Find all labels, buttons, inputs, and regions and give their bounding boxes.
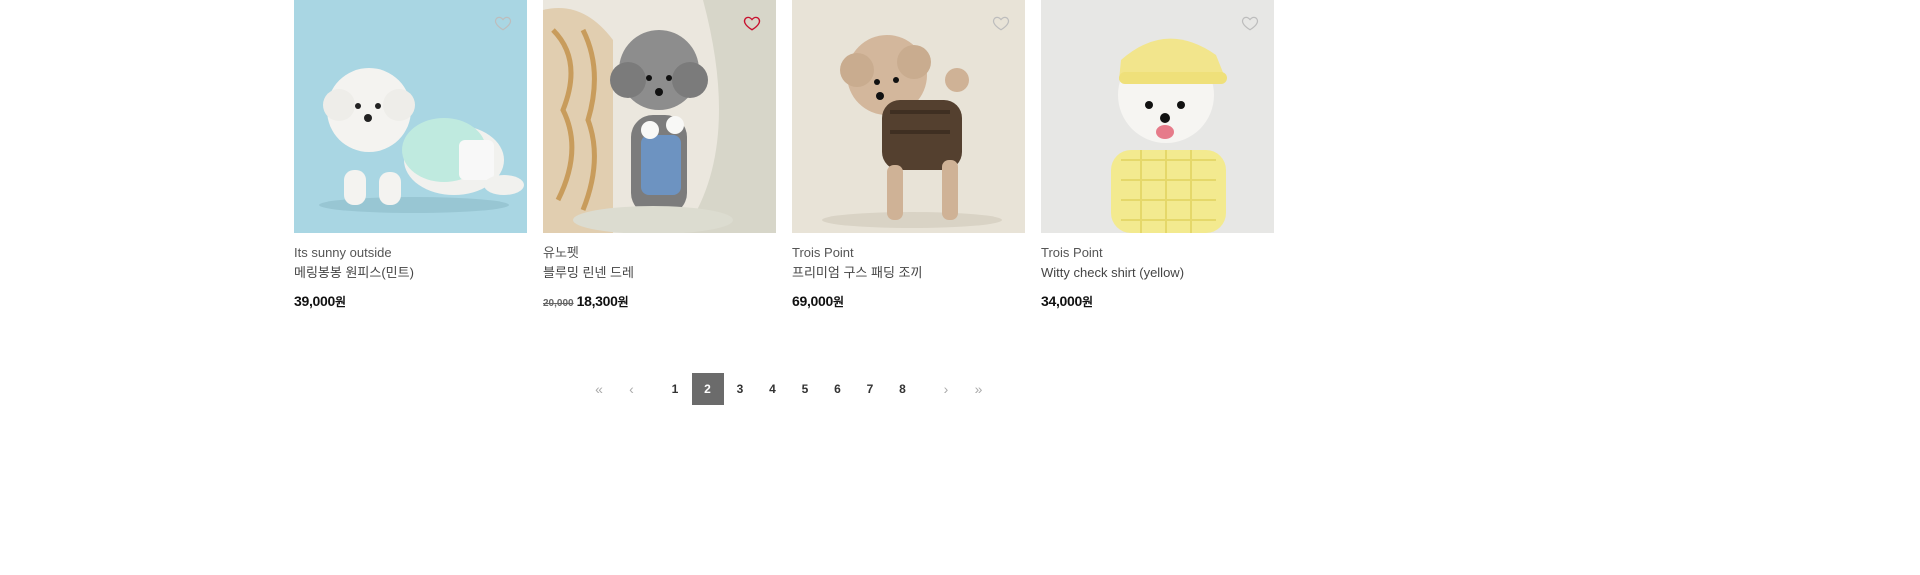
product-brand[interactable]: 유노펫 xyxy=(543,245,776,261)
product-photo-linen-dress xyxy=(543,0,776,233)
product-image[interactable] xyxy=(294,0,527,233)
currency-label: 원 xyxy=(617,295,629,309)
sale-price: 69,000 xyxy=(792,293,834,309)
currency-label: 원 xyxy=(833,295,845,309)
prev-page-button[interactable]: ‹ xyxy=(616,373,648,405)
pagination: « ‹ 1 2 3 4 5 6 7 8 › » xyxy=(583,373,995,405)
product-card[interactable]: Trois Point 프리미엄 구스 패딩 조끼 69,000원 xyxy=(792,0,1025,313)
original-price: 20,000 xyxy=(543,298,574,309)
product-brand[interactable]: Trois Point xyxy=(792,245,1025,261)
product-card[interactable]: 유노펫 블루밍 린넨 드레 20,000 18,300원 xyxy=(543,0,776,313)
product-price: 34,000원 xyxy=(1041,292,1274,311)
product-photo-padding-vest xyxy=(792,0,1025,233)
page-3-button[interactable]: 3 xyxy=(724,373,756,405)
product-image[interactable] xyxy=(543,0,776,233)
product-name[interactable]: Witty check shirt (yellow) xyxy=(1041,265,1274,281)
product-name[interactable]: 프리미엄 구스 패딩 조끼 xyxy=(792,265,1025,281)
product-card[interactable]: Trois Point Witty check shirt (yellow) 3… xyxy=(1041,0,1274,313)
product-photo-check-shirt xyxy=(1041,0,1274,233)
page-8-button[interactable]: 8 xyxy=(887,373,919,405)
heart-icon[interactable] xyxy=(494,14,512,32)
product-brand[interactable]: Its sunny outside xyxy=(294,245,527,261)
last-page-button[interactable]: » xyxy=(963,373,995,405)
page-5-button[interactable]: 5 xyxy=(789,373,821,405)
product-photo-mint-dress xyxy=(294,0,527,233)
currency-label: 원 xyxy=(1082,295,1094,309)
product-image[interactable] xyxy=(1041,0,1274,233)
currency-label: 원 xyxy=(335,295,347,309)
product-name[interactable]: 메링봉봉 원피스(민트) xyxy=(294,265,527,281)
heart-icon[interactable] xyxy=(743,14,761,32)
page-6-button[interactable]: 6 xyxy=(822,373,854,405)
product-price: 69,000원 xyxy=(792,292,1025,311)
page-1-button[interactable]: 1 xyxy=(659,373,691,405)
product-image[interactable] xyxy=(792,0,1025,233)
sale-price: 39,000 xyxy=(294,293,336,309)
sale-price: 18,300 xyxy=(576,293,618,309)
product-card[interactable]: Its sunny outside 메링봉봉 원피스(민트) 39,000원 xyxy=(294,0,527,313)
product-name[interactable]: 블루밍 린넨 드레 xyxy=(543,265,776,281)
product-grid: Its sunny outside 메링봉봉 원피스(민트) 39,000원 유… xyxy=(294,0,1274,313)
product-price: 20,000 18,300원 xyxy=(543,292,776,313)
product-price: 39,000원 xyxy=(294,292,527,311)
heart-icon[interactable] xyxy=(1241,14,1259,32)
next-page-button[interactable]: › xyxy=(930,373,962,405)
product-brand[interactable]: Trois Point xyxy=(1041,245,1274,261)
page-7-button[interactable]: 7 xyxy=(854,373,886,405)
page-4-button[interactable]: 4 xyxy=(757,373,789,405)
page-2-button-current[interactable]: 2 xyxy=(691,373,724,405)
first-page-button[interactable]: « xyxy=(583,373,615,405)
heart-icon[interactable] xyxy=(992,14,1010,32)
sale-price: 34,000 xyxy=(1041,293,1083,309)
